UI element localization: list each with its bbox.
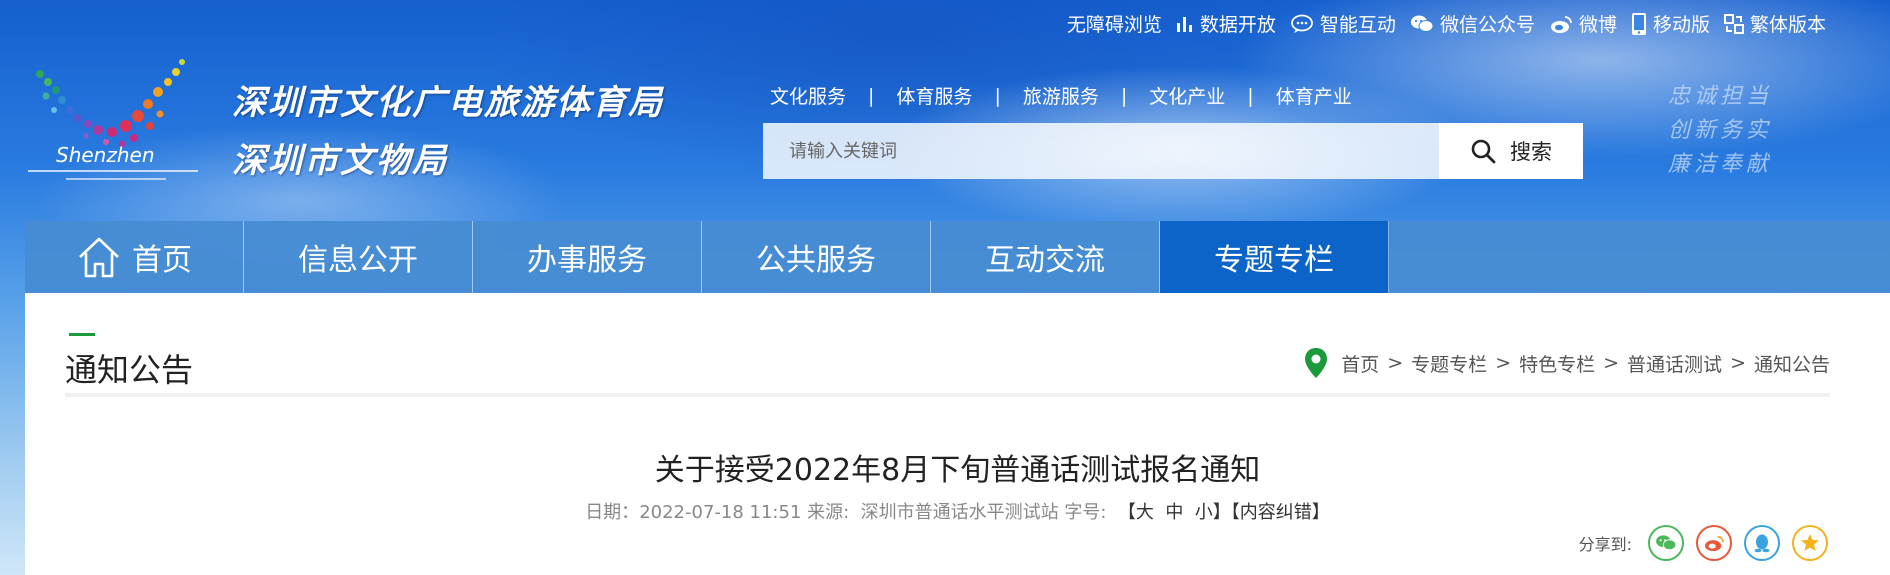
breadcrumb-separator: > — [1730, 352, 1746, 374]
search-button[interactable]: 搜索 — [1439, 123, 1583, 179]
wechat-label: 微信公众号 — [1439, 14, 1535, 36]
breadcrumb-mandarin-test[interactable]: 普通话测试 — [1627, 350, 1722, 377]
nav-special-topics[interactable]: 专题专栏 — [1160, 221, 1389, 293]
logo-wordmark: Shenzhen — [56, 143, 155, 167]
home-icon — [79, 237, 119, 278]
font-size-large-button[interactable]: 【大 — [1106, 502, 1154, 523]
nav-information-disclosure[interactable]: 信息公开 — [244, 221, 473, 293]
search-icon — [1471, 139, 1496, 164]
share-bar: 分享到: — [1579, 525, 1828, 561]
qq-share-icon — [1754, 534, 1770, 553]
bar-chart-icon — [1176, 16, 1192, 32]
weibo-share-button[interactable] — [1696, 525, 1732, 561]
nav-label: 办事服务 — [527, 243, 647, 278]
accessibility-link[interactable]: 无障碍浏览 — [1067, 10, 1162, 37]
font-size-medium-button[interactable]: 中 — [1154, 502, 1183, 523]
breadcrumb-special-topics[interactable]: 专题专栏 — [1411, 350, 1487, 377]
smart-interaction-link[interactable]: 智能互动 — [1290, 10, 1396, 37]
logo-graphic: Shenzhen — [28, 59, 198, 180]
weibo-label: 微博 — [1578, 14, 1617, 36]
site-title-line1: 深圳市文化广电旅游体育局 — [232, 83, 664, 123]
font-size-label: 字号: — [1058, 502, 1107, 523]
section-title: 通知公告 — [65, 351, 194, 389]
article-title: 关于接受2022年8月下旬普通话测试报名通知 — [654, 453, 1261, 488]
traditional-icon — [1723, 13, 1744, 34]
quick-link-sports-industry[interactable]: 体育产业 — [1276, 82, 1352, 109]
nav-services[interactable]: 办事服务 — [473, 221, 702, 293]
qq-share-button[interactable] — [1744, 525, 1780, 561]
chat-icon — [1291, 14, 1313, 33]
mobile-label: 移动版 — [1652, 14, 1710, 36]
nav-label: 公共服务 — [756, 243, 876, 278]
article-date: 2022-07-18 11:51 — [639, 502, 802, 523]
nav-home-label: 首页 — [132, 243, 192, 278]
quick-link-culture-industry[interactable]: 文化产业 — [1149, 82, 1225, 109]
breadcrumb-separator: > — [1495, 352, 1512, 374]
quick-separator: | — [994, 84, 1001, 107]
favorite-share-icon — [1801, 534, 1819, 551]
nav-home[interactable]: 首页 — [25, 221, 244, 293]
search-input[interactable] — [763, 123, 1439, 179]
section-title-marker — [69, 333, 95, 336]
quick-link-sports-service[interactable]: 体育服务 — [896, 82, 972, 109]
wechat-share-button[interactable] — [1648, 525, 1684, 561]
smart-interaction-label: 智能互动 — [1319, 14, 1396, 36]
content-correction-link[interactable]: 【内容纠错】 — [1231, 502, 1330, 523]
location-pin-icon — [1305, 348, 1328, 378]
accessibility-label: 无障碍浏览 — [1066, 14, 1162, 36]
breadcrumb: 首页 > 专题专栏 > 特色专栏 > 普通话测试 > 通知公告 — [1303, 347, 1830, 379]
slogan-line: 创新务实 — [1668, 118, 1773, 143]
font-size-small-button[interactable]: 小】 — [1183, 502, 1231, 523]
nav-label: 专题专栏 — [1214, 243, 1334, 278]
quick-separator: | — [868, 84, 875, 107]
content-panel: 通知公告 首页 > 专题专栏 > 特色专栏 > 普通话测试 > 通知公告 关于接… — [25, 293, 1890, 575]
breadcrumb-separator: > — [1603, 352, 1620, 374]
breadcrumb-separator: > — [1387, 352, 1404, 374]
site-title[interactable]: 深圳市文化广电旅游体育局 深圳市文物局 — [232, 74, 664, 190]
data-open-label: 数据开放 — [1199, 14, 1276, 36]
slogan-line: 廉洁奉献 — [1668, 152, 1773, 177]
search-bar: 搜索 — [763, 123, 1583, 179]
breadcrumb-notices[interactable]: 通知公告 — [1754, 350, 1830, 377]
mobile-link[interactable]: 移动版 — [1631, 10, 1710, 37]
quick-link-culture-service[interactable]: 文化服务 — [770, 82, 846, 109]
breadcrumb-home[interactable]: 首页 — [1341, 350, 1379, 377]
share-label: 分享到: — [1578, 535, 1632, 554]
quick-links: 文化服务 | 体育服务 | 旅游服务 | 文化产业 | 体育产业 — [770, 82, 1352, 109]
article-source: 深圳市普通话水平测试站 — [849, 502, 1059, 523]
nav-interaction[interactable]: 互动交流 — [931, 221, 1160, 293]
section-divider — [65, 393, 1830, 397]
shenzhen-logo[interactable]: Shenzhen — [26, 52, 216, 197]
nav-label: 信息公开 — [298, 243, 418, 278]
favorite-share-button[interactable] — [1792, 525, 1828, 561]
slogan-line: 忠诚担当 — [1668, 84, 1773, 109]
traditional-label: 繁体版本 — [1749, 14, 1826, 36]
weibo-icon — [1550, 15, 1572, 33]
slogan: 忠诚担当 创新务实 廉洁奉献 — [1668, 80, 1772, 182]
date-label: 日期： — [585, 502, 640, 523]
quick-separator: | — [1247, 84, 1254, 107]
wechat-link[interactable]: 微信公众号 — [1410, 10, 1535, 37]
utility-bar: 无障碍浏览 数据开放 智能互动 微信公众号 微博 移动版 繁体版本 — [1067, 10, 1826, 37]
data-open-link[interactable]: 数据开放 — [1176, 10, 1276, 37]
nav-public-services[interactable]: 公共服务 — [702, 221, 931, 293]
breadcrumb-featured-columns[interactable]: 特色专栏 — [1519, 350, 1595, 377]
weibo-link[interactable]: 微博 — [1549, 10, 1617, 37]
site-title-line2: 深圳市文物局 — [232, 141, 448, 181]
article-meta: 日期：2022-07-18 11:51 来源: 深圳市普通话水平测试站 字号: … — [25, 498, 1890, 524]
nav-label: 互动交流 — [985, 243, 1105, 278]
weibo-share-icon — [1705, 535, 1724, 552]
wechat-icon — [1410, 15, 1434, 32]
main-nav: 首页 信息公开 办事服务 公共服务 互动交流 专题专栏 — [25, 221, 1890, 293]
quick-link-tourism-service[interactable]: 旅游服务 — [1023, 82, 1099, 109]
quick-separator: | — [1120, 84, 1128, 107]
traditional-chinese-link[interactable]: 繁体版本 — [1723, 10, 1826, 37]
wechat-share-icon — [1656, 535, 1677, 551]
search-button-label: 搜索 — [1510, 140, 1552, 164]
mobile-icon — [1631, 12, 1646, 35]
source-label: 来源: — [801, 502, 850, 523]
